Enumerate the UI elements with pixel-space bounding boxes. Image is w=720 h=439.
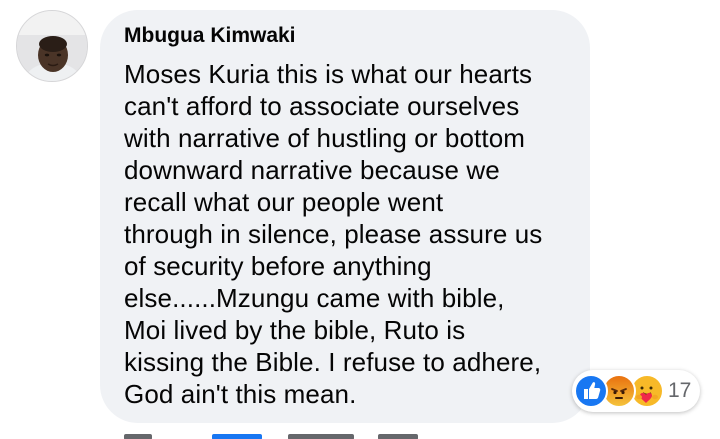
- reaction-count: 17: [668, 379, 692, 402]
- comment-line: recall what our people went: [124, 187, 444, 217]
- comment-line: downward narrative because we: [124, 155, 500, 185]
- comment-line: with narrative of hustling or bottom: [124, 123, 526, 153]
- comment-line: kissing the Bible. I refuse to adhere,: [124, 347, 542, 377]
- like-icon: [574, 374, 608, 408]
- comment-author-name[interactable]: Mbugua Kimwaki: [124, 22, 566, 50]
- avatar[interactable]: [16, 10, 88, 82]
- comment-line: Moses Kuria this is what our hearts: [124, 59, 533, 89]
- reaction-summary[interactable]: 17: [572, 370, 700, 412]
- comment-line: God ain't this mean.: [124, 379, 357, 409]
- comment-thread: Mbugua Kimwaki Moses Kuria this is what …: [0, 0, 720, 439]
- comment-line: through in silence, please assure us: [124, 219, 543, 249]
- comment-bubble: Mbugua Kimwaki Moses Kuria this is what …: [100, 10, 590, 423]
- profile-photo-icon: [17, 11, 87, 81]
- comment-line: of security before anything: [124, 251, 432, 281]
- comment-line: else......Mzungu came with bible,: [124, 283, 505, 313]
- comment-line: can't afford to associate ourselves: [124, 91, 520, 121]
- comment-actions-row-partial: [124, 430, 424, 439]
- comment-body: Moses Kuria this is what our hearts can'…: [124, 58, 566, 410]
- comment-line: Moi lived by the bible, Ruto is: [124, 315, 466, 345]
